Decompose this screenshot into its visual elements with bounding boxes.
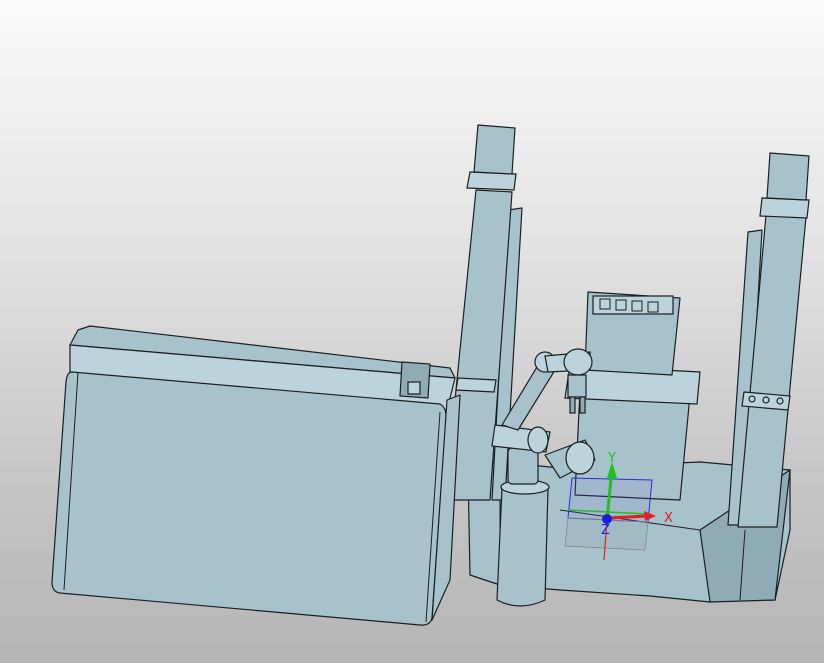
x-axis-arrow [606, 514, 649, 520]
x-axis-label: X [664, 511, 673, 526]
robot-pedestal[interactable] [496, 479, 550, 607]
y-axis-label: Y [607, 451, 616, 466]
cad-scene[interactable]: X Y Z [0, 0, 824, 663]
right-column[interactable] [727, 152, 810, 528]
z-axis-label: Z [601, 523, 610, 538]
cabinet[interactable] [51, 325, 461, 626]
3d-viewport[interactable]: X Y Z [0, 0, 824, 663]
